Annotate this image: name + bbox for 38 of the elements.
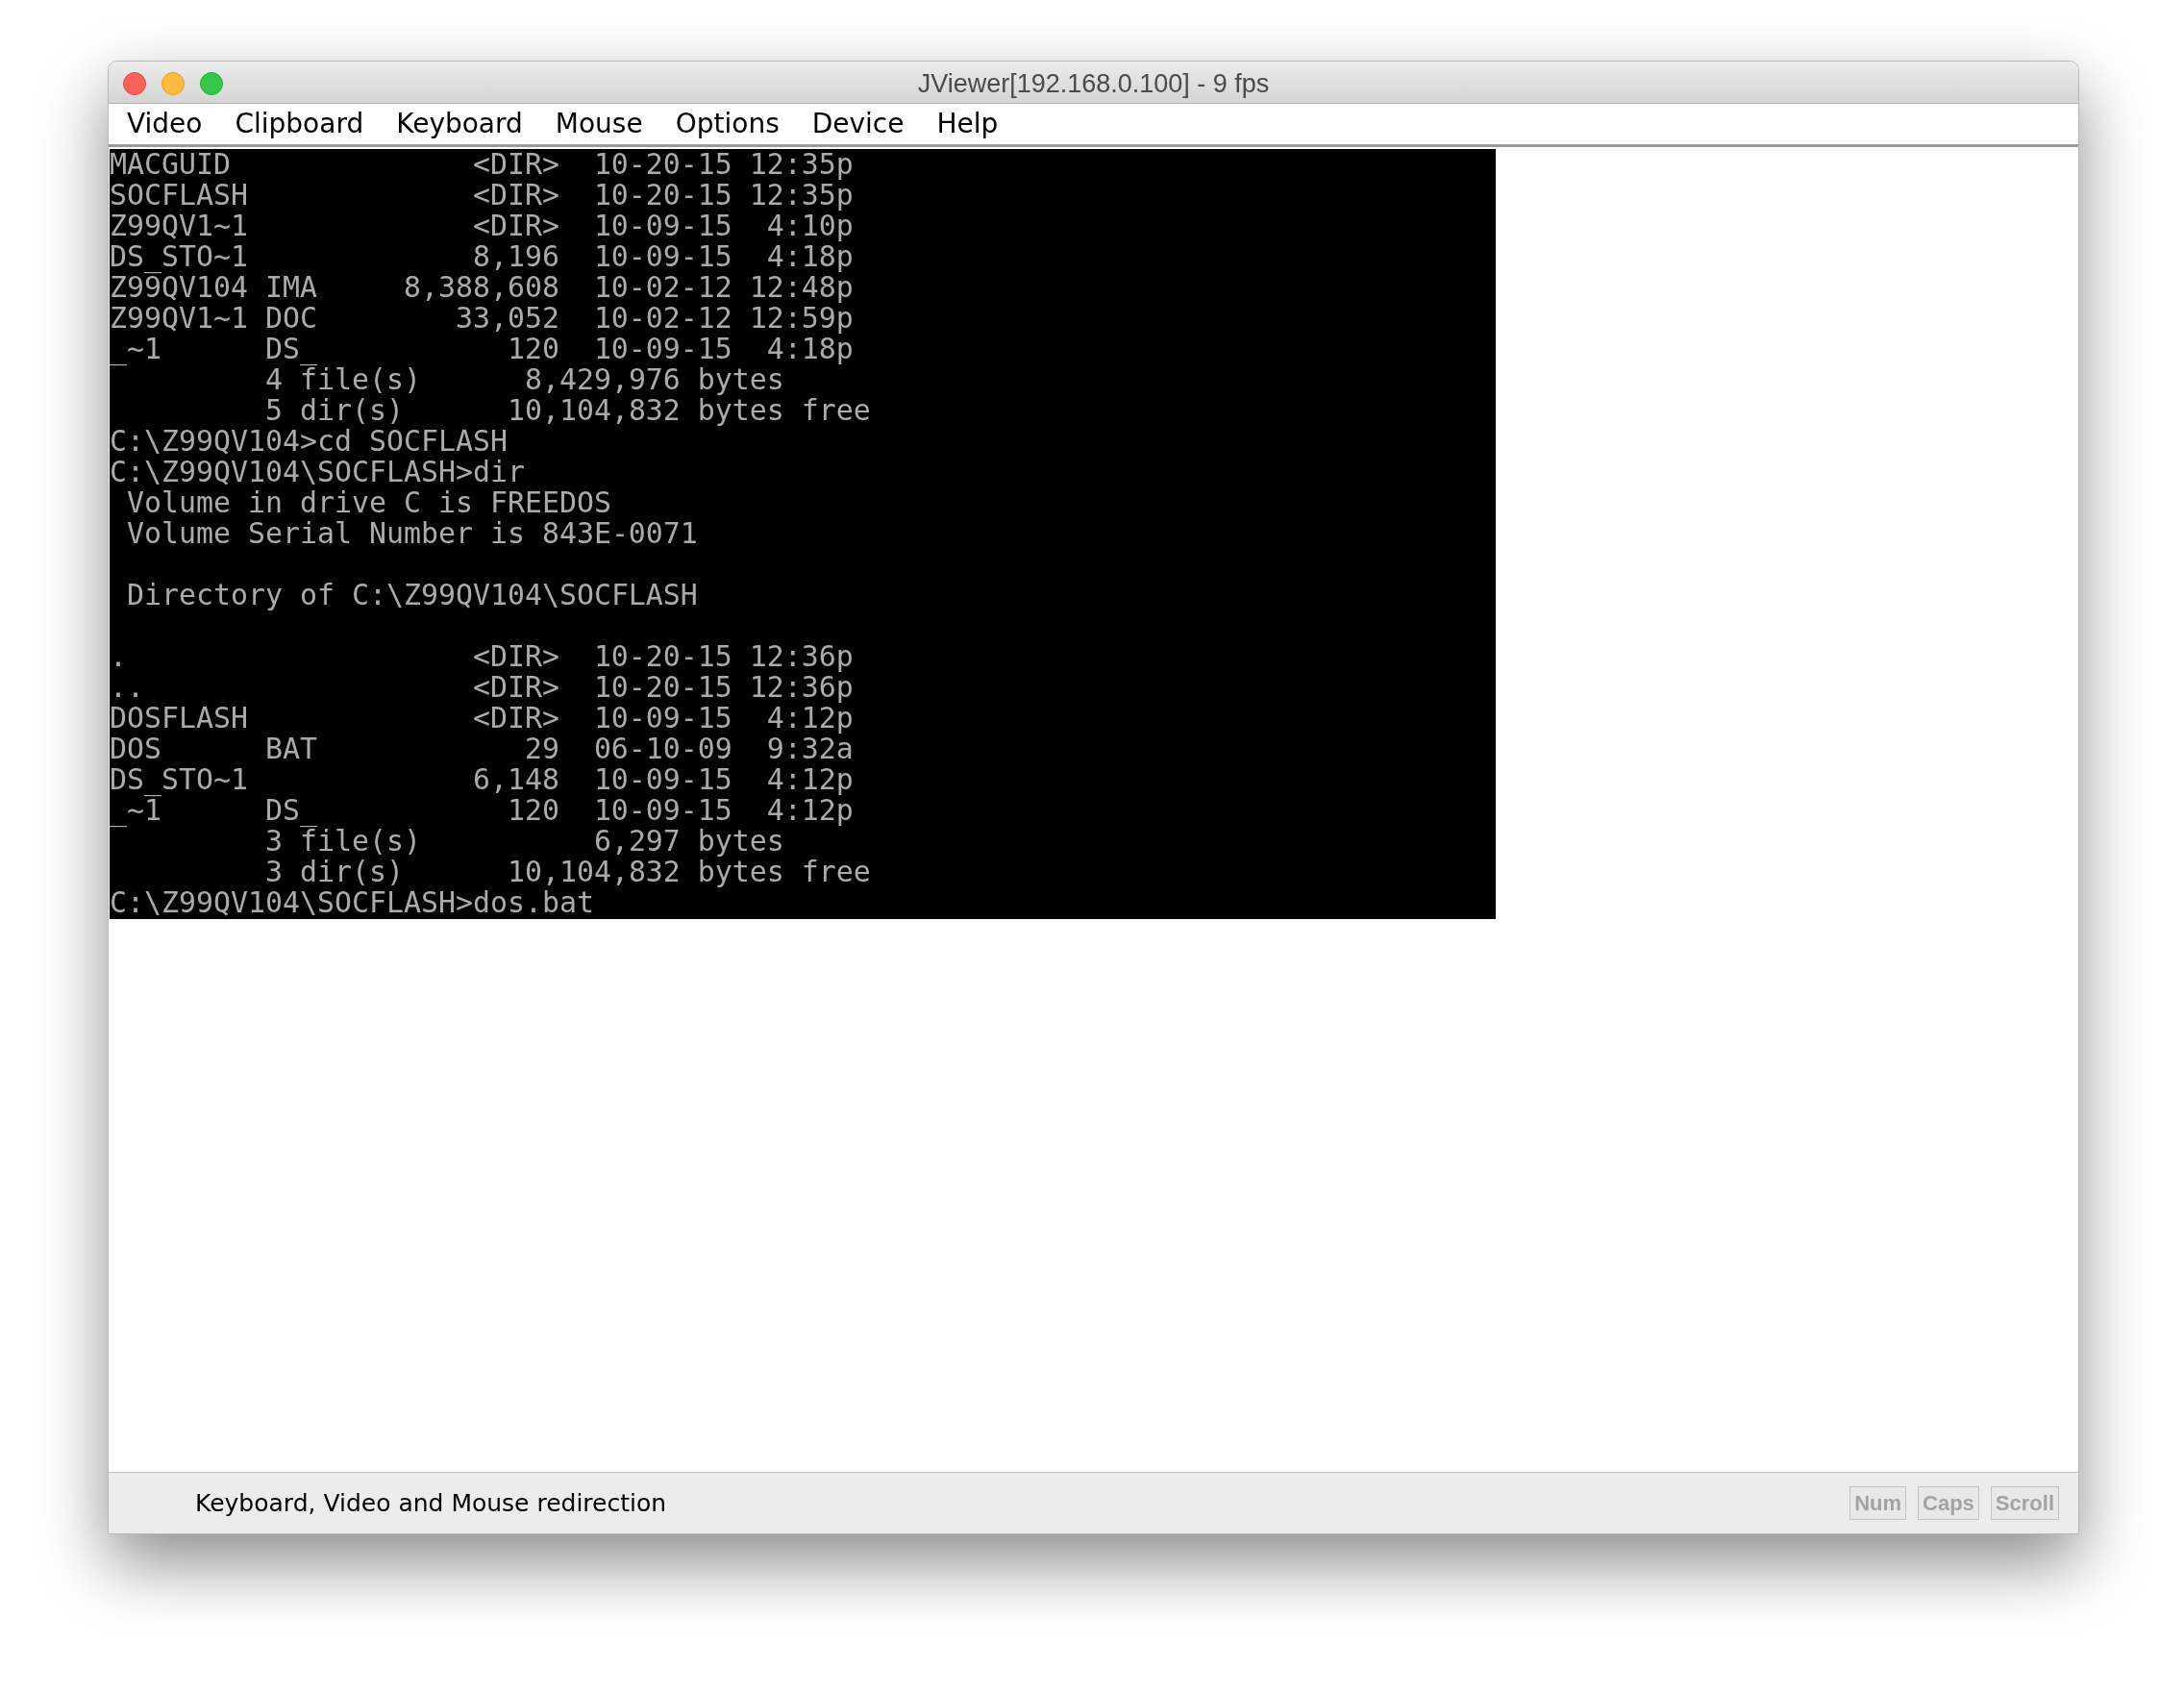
terminal-line: Z99QV1~1 DOC 33,052 10-02-12 12:59p (110, 303, 854, 334)
terminal-line: Directory of C:\Z99QV104\SOCFLASH (127, 580, 698, 610)
lock-indicator: Scroll (1990, 1486, 2059, 1520)
terminal-line: _~1 DS_ 120 10-09-15 4:18p (110, 334, 854, 364)
menu-item[interactable]: Video (111, 104, 219, 144)
lock-indicator: Num (1849, 1486, 1907, 1520)
terminal-line: SOCFLASH <DIR> 10-20-15 12:35p (110, 180, 854, 211)
terminal-line: _~1 DS_ 120 10-09-15 4:12p (110, 795, 854, 826)
terminal-line: DOSFLASH <DIR> 10-09-15 4:12p (110, 703, 854, 734)
terminal-line: 3 dir(s) 10,104,832 bytes free (264, 857, 871, 887)
menu-item[interactable]: Options (658, 104, 796, 144)
terminal-line: Z99QV1~1 <DIR> 10-09-15 4:10p (110, 211, 854, 241)
terminal-line: . <DIR> 10-20-15 12:36p (110, 641, 854, 672)
zoom-icon[interactable] (200, 71, 223, 95)
status-message: Keyboard, Video and Mouse redirection (195, 1488, 667, 1518)
lock-indicator: Caps (1918, 1486, 1979, 1520)
terminal-line: C:\Z99QV104\SOCFLASH>dos.bat (110, 887, 594, 918)
terminal-line: Volume Serial Number is 843E-0071 (127, 518, 698, 549)
terminal-line: 3 file(s) 6,297 bytes (264, 826, 784, 857)
menu-item[interactable]: Help (920, 104, 1015, 144)
terminal-line: Volume in drive C is FREEDOS (127, 487, 611, 518)
terminal-line: C:\Z99QV104\SOCFLASH>dir (110, 457, 525, 487)
terminal-line: .. <DIR> 10-20-15 12:36p (110, 672, 854, 703)
terminal-line: Z99QV104 IMA 8,388,608 10-02-12 12:48p (110, 272, 854, 303)
terminal-line: 4 file(s) 8,429,976 bytes (264, 364, 784, 395)
terminal-line: C:\Z99QV104>cd SOCFLASH (110, 426, 508, 457)
terminal-line: DOS BAT 29 06-10-09 9:32a (110, 734, 854, 764)
close-icon[interactable] (123, 71, 146, 95)
menu-item[interactable]: Clipboard (218, 104, 381, 144)
menu-item[interactable]: Mouse (538, 104, 659, 144)
menu-item[interactable]: Device (795, 104, 921, 144)
window-title: JViewer[192.168.0.100] - 9 fps (917, 67, 1270, 99)
minimize-icon[interactable] (161, 71, 185, 95)
menu-item[interactable]: Keyboard (380, 104, 539, 144)
terminal-line: MACGUID <DIR> 10-20-15 12:35p (110, 149, 854, 180)
terminal-line: 5 dir(s) 10,104,832 bytes free (264, 395, 871, 426)
terminal-line: DS_STO~1 6,148 10-09-15 4:12p (110, 764, 854, 795)
terminal-line: DS_STO~1 8,196 10-09-15 4:18p (110, 241, 854, 272)
